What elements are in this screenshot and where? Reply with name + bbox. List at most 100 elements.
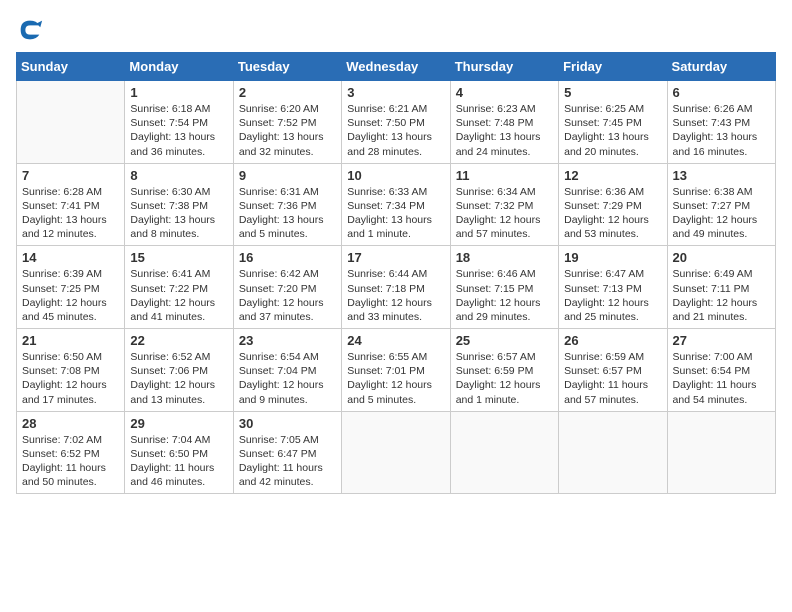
calendar-cell: 10 Sunrise: 6:33 AM Sunset: 7:34 PM Dayli…: [342, 163, 450, 246]
day-info: Sunrise: 6:23 AM Sunset: 7:48 PM Dayligh…: [456, 102, 553, 159]
day-number: 2: [239, 85, 336, 100]
calendar-cell: 5 Sunrise: 6:25 AM Sunset: 7:45 PM Daylig…: [559, 81, 667, 164]
day-info: Sunrise: 6:55 AM Sunset: 7:01 PM Dayligh…: [347, 350, 444, 407]
calendar-cell: 18 Sunrise: 6:46 AM Sunset: 7:15 PM Dayli…: [450, 246, 558, 329]
calendar-cell: [559, 411, 667, 494]
calendar-cell: 11 Sunrise: 6:34 AM Sunset: 7:32 PM Dayli…: [450, 163, 558, 246]
calendar-cell: 24 Sunrise: 6:55 AM Sunset: 7:01 PM Dayli…: [342, 329, 450, 412]
day-info: Sunrise: 7:04 AM Sunset: 6:50 PM Dayligh…: [130, 433, 227, 490]
day-info: Sunrise: 6:33 AM Sunset: 7:34 PM Dayligh…: [347, 185, 444, 242]
day-number: 21: [22, 333, 119, 348]
day-header-monday: Monday: [125, 53, 233, 81]
calendar-cell: 13 Sunrise: 6:38 AM Sunset: 7:27 PM Dayli…: [667, 163, 775, 246]
day-info: Sunrise: 6:28 AM Sunset: 7:41 PM Dayligh…: [22, 185, 119, 242]
calendar-cell: 17Sunrise: 6:44 AM Sunset: 7:18 PM Dayli…: [342, 246, 450, 329]
day-info: Sunrise: 6:34 AM Sunset: 7:32 PM Dayligh…: [456, 185, 553, 242]
day-number: 17: [347, 250, 444, 265]
day-number: 27: [673, 333, 770, 348]
calendar-cell: 14 Sunrise: 6:39 AM Sunset: 7:25 PM Dayli…: [17, 246, 125, 329]
day-number: 1: [130, 85, 227, 100]
calendar-cell: 9 Sunrise: 6:31 AM Sunset: 7:36 PM Daylig…: [233, 163, 341, 246]
calendar-cell: [17, 81, 125, 164]
calendar-cell: 4Sunrise: 6:23 AM Sunset: 7:48 PM Daylig…: [450, 81, 558, 164]
day-number: 11: [456, 168, 553, 183]
day-header-thursday: Thursday: [450, 53, 558, 81]
day-info: Sunrise: 6:21 AM Sunset: 7:50 PM Dayligh…: [347, 102, 444, 159]
calendar-cell: 23 Sunrise: 6:54 AM Sunset: 7:04 PM Dayli…: [233, 329, 341, 412]
calendar-cell: 8 Sunrise: 6:30 AM Sunset: 7:38 PM Daylig…: [125, 163, 233, 246]
day-number: 20: [673, 250, 770, 265]
day-number: 24: [347, 333, 444, 348]
day-number: 19: [564, 250, 661, 265]
day-number: 3: [347, 85, 444, 100]
day-number: 22: [130, 333, 227, 348]
day-number: 28: [22, 416, 119, 431]
day-info: Sunrise: 6:46 AM Sunset: 7:15 PM Dayligh…: [456, 267, 553, 324]
day-number: 14: [22, 250, 119, 265]
day-info: Sunrise: 6:50 AM Sunset: 7:08 PM Dayligh…: [22, 350, 119, 407]
calendar-table: SundayMondayTuesdayWednesdayThursdayFrid…: [16, 52, 776, 494]
day-header-sunday: Sunday: [17, 53, 125, 81]
calendar-cell: 2 Sunrise: 6:20 AM Sunset: 7:52 PM Daylig…: [233, 81, 341, 164]
calendar-cell: 12Sunrise: 6:36 AM Sunset: 7:29 PM Dayli…: [559, 163, 667, 246]
day-number: 30: [239, 416, 336, 431]
day-info: Sunrise: 6:39 AM Sunset: 7:25 PM Dayligh…: [22, 267, 119, 324]
day-info: Sunrise: 6:20 AM Sunset: 7:52 PM Dayligh…: [239, 102, 336, 159]
day-info: Sunrise: 7:02 AM Sunset: 6:52 PM Dayligh…: [22, 433, 119, 490]
day-number: 9: [239, 168, 336, 183]
calendar-cell: 21 Sunrise: 6:50 AM Sunset: 7:08 PM Dayli…: [17, 329, 125, 412]
day-info: Sunrise: 6:54 AM Sunset: 7:04 PM Dayligh…: [239, 350, 336, 407]
calendar-cell: 30 Sunrise: 7:05 AM Sunset: 6:47 PM Dayli…: [233, 411, 341, 494]
day-info: Sunrise: 6:25 AM Sunset: 7:45 PM Dayligh…: [564, 102, 661, 159]
calendar-cell: [342, 411, 450, 494]
day-number: 15: [130, 250, 227, 265]
day-info: Sunrise: 6:38 AM Sunset: 7:27 PM Dayligh…: [673, 185, 770, 242]
day-header-saturday: Saturday: [667, 53, 775, 81]
day-info: Sunrise: 6:59 AM Sunset: 6:57 PM Dayligh…: [564, 350, 661, 407]
logo-icon: [16, 16, 44, 44]
day-info: Sunrise: 6:47 AM Sunset: 7:13 PM Dayligh…: [564, 267, 661, 324]
day-info: Sunrise: 6:41 AM Sunset: 7:22 PM Dayligh…: [130, 267, 227, 324]
calendar-cell: 20 Sunrise: 6:49 AM Sunset: 7:11 PM Dayli…: [667, 246, 775, 329]
day-info: Sunrise: 6:49 AM Sunset: 7:11 PM Dayligh…: [673, 267, 770, 324]
page-header: [16, 16, 776, 44]
day-number: 29: [130, 416, 227, 431]
day-info: Sunrise: 7:00 AM Sunset: 6:54 PM Dayligh…: [673, 350, 770, 407]
day-header-wednesday: Wednesday: [342, 53, 450, 81]
calendar-cell: 29 Sunrise: 7:04 AM Sunset: 6:50 PM Dayli…: [125, 411, 233, 494]
day-number: 10: [347, 168, 444, 183]
calendar-cell: [667, 411, 775, 494]
day-header-tuesday: Tuesday: [233, 53, 341, 81]
calendar-cell: 16 Sunrise: 6:42 AM Sunset: 7:20 PM Dayli…: [233, 246, 341, 329]
day-info: Sunrise: 6:18 AM Sunset: 7:54 PM Dayligh…: [130, 102, 227, 159]
day-info: Sunrise: 6:31 AM Sunset: 7:36 PM Dayligh…: [239, 185, 336, 242]
calendar-cell: 19 Sunrise: 6:47 AM Sunset: 7:13 PM Dayli…: [559, 246, 667, 329]
day-number: 23: [239, 333, 336, 348]
day-info: Sunrise: 7:05 AM Sunset: 6:47 PM Dayligh…: [239, 433, 336, 490]
day-number: 18: [456, 250, 553, 265]
calendar-cell: 1 Sunrise: 6:18 AM Sunset: 7:54 PM Daylig…: [125, 81, 233, 164]
logo: [16, 16, 48, 44]
days-header-row: SundayMondayTuesdayWednesdayThursdayFrid…: [17, 53, 776, 81]
day-number: 8: [130, 168, 227, 183]
week-row-1: 1 Sunrise: 6:18 AM Sunset: 7:54 PM Daylig…: [17, 81, 776, 164]
calendar-cell: 28 Sunrise: 7:02 AM Sunset: 6:52 PM Dayli…: [17, 411, 125, 494]
day-info: Sunrise: 6:30 AM Sunset: 7:38 PM Dayligh…: [130, 185, 227, 242]
calendar-cell: 22 Sunrise: 6:52 AM Sunset: 7:06 PM Dayli…: [125, 329, 233, 412]
day-info: Sunrise: 6:52 AM Sunset: 7:06 PM Dayligh…: [130, 350, 227, 407]
day-info: Sunrise: 6:57 AM Sunset: 6:59 PM Dayligh…: [456, 350, 553, 407]
day-number: 13: [673, 168, 770, 183]
day-info: Sunrise: 6:36 AM Sunset: 7:29 PM Dayligh…: [564, 185, 661, 242]
calendar-cell: 7 Sunrise: 6:28 AM Sunset: 7:41 PM Daylig…: [17, 163, 125, 246]
day-number: 16: [239, 250, 336, 265]
day-info: Sunrise: 6:42 AM Sunset: 7:20 PM Dayligh…: [239, 267, 336, 324]
day-number: 26: [564, 333, 661, 348]
week-row-2: 7 Sunrise: 6:28 AM Sunset: 7:41 PM Daylig…: [17, 163, 776, 246]
day-info: Sunrise: 6:26 AM Sunset: 7:43 PM Dayligh…: [673, 102, 770, 159]
calendar-cell: 26 Sunrise: 6:59 AM Sunset: 6:57 PM Dayli…: [559, 329, 667, 412]
week-row-4: 21 Sunrise: 6:50 AM Sunset: 7:08 PM Dayli…: [17, 329, 776, 412]
calendar-cell: 25Sunrise: 6:57 AM Sunset: 6:59 PM Dayli…: [450, 329, 558, 412]
day-number: 7: [22, 168, 119, 183]
calendar-cell: [450, 411, 558, 494]
day-number: 5: [564, 85, 661, 100]
